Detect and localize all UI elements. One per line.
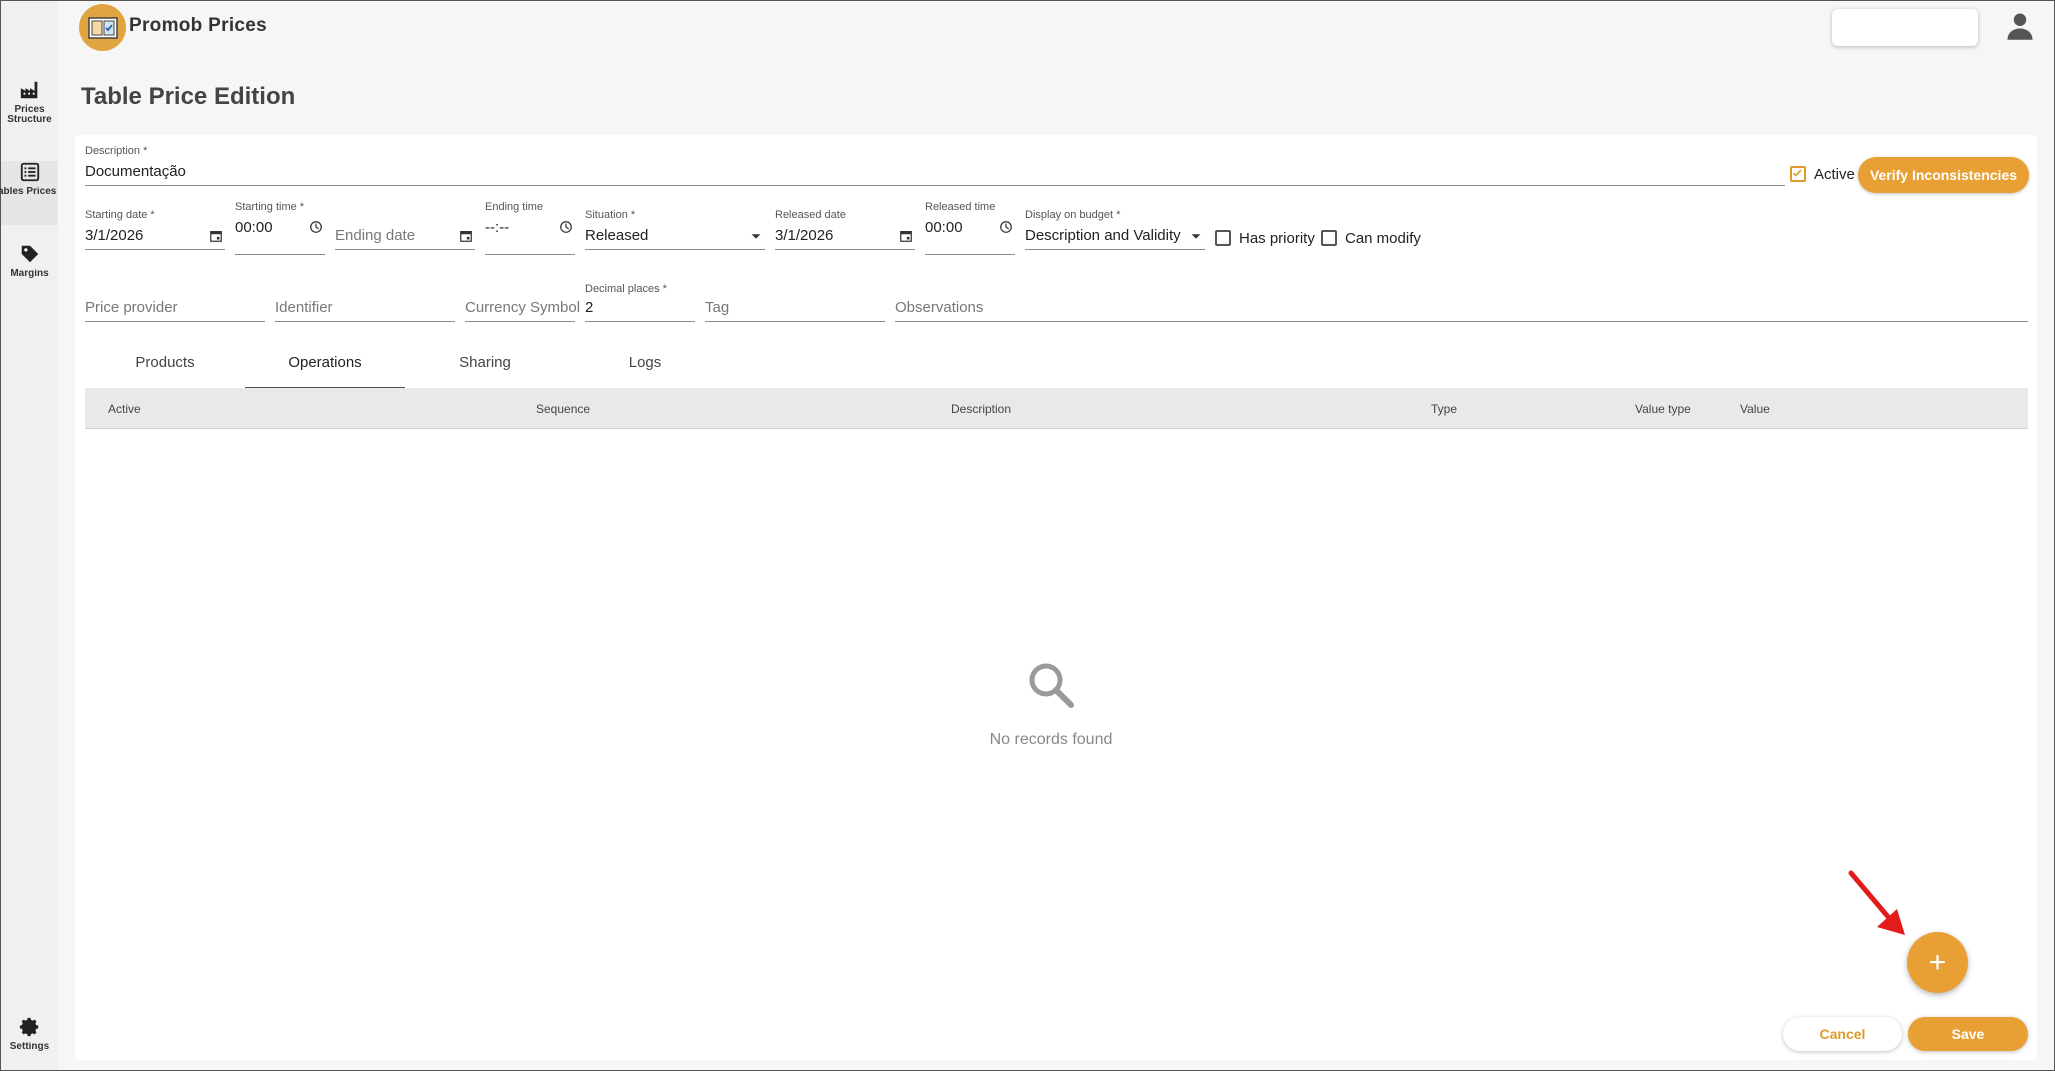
released-time-label: Released time — [925, 201, 996, 213]
situation-select[interactable]: Situation * Released — [585, 209, 765, 251]
sidebar-item-label: Tables Prices — [0, 187, 57, 197]
column-header-description[interactable]: Description — [951, 402, 1011, 416]
column-header-active[interactable]: Active — [108, 402, 141, 416]
caret-down-icon[interactable] — [1189, 229, 1203, 243]
ending-time-label: Ending time — [485, 201, 544, 213]
decimal-places-label: Decimal places * — [585, 283, 667, 295]
ending-time-value: --:-- — [485, 219, 510, 236]
sidebar-item-prices-structure[interactable]: Prices Structure — [1, 79, 58, 143]
table-header: Active Sequence Description Type Value t… — [85, 388, 2028, 429]
tag-field[interactable]: Tag — [705, 283, 885, 323]
identifier-field[interactable]: Identifier — [275, 283, 455, 323]
display-on-budget-value: Description and Validity — [1025, 227, 1181, 244]
starting-date-label: Starting date * — [85, 209, 155, 221]
empty-state-text: No records found — [989, 731, 1113, 748]
observations-placeholder: Observations — [895, 299, 984, 316]
tab-logs[interactable]: Logs — [565, 353, 725, 389]
caret-down-icon[interactable] — [749, 229, 763, 243]
verify-inconsistencies-button[interactable]: Verify Inconsistencies — [1858, 157, 2029, 193]
app-logo — [79, 4, 126, 51]
released-time-field[interactable]: Released time 00:00 — [925, 201, 1015, 256]
column-header-value[interactable]: Value — [1740, 402, 1770, 416]
calendar-icon[interactable] — [899, 229, 913, 243]
starting-time-label: Starting time * — [235, 201, 305, 213]
top-search-box[interactable] — [1832, 9, 1978, 46]
description-label: Description * — [85, 145, 148, 157]
sidebar-item-tables-prices[interactable]: Tables Prices — [0, 161, 58, 225]
tab-operations[interactable]: Operations — [245, 353, 405, 389]
observations-field[interactable]: Observations — [895, 283, 2028, 323]
save-button[interactable]: Save — [1908, 1017, 2028, 1051]
price-provider-field[interactable]: Price provider — [85, 283, 265, 323]
add-operation-button[interactable]: + — [1907, 932, 1968, 993]
search-icon — [1029, 663, 1074, 708]
description-value: Documentação — [85, 163, 186, 180]
arrow-annotation-icon — [1848, 870, 1905, 935]
display-on-budget-label: Display on budget * — [1025, 209, 1121, 221]
starting-date-field[interactable]: Starting date * 3/1/2026 — [85, 209, 225, 251]
released-time-value: 00:00 — [925, 219, 963, 236]
column-header-sequence[interactable]: Sequence — [536, 402, 590, 416]
check-icon — [1792, 169, 1802, 177]
ending-date-placeholder: Ending date — [335, 227, 416, 244]
column-header-type[interactable]: Type — [1431, 402, 1457, 416]
decimal-places-value: 2 — [585, 299, 594, 316]
starting-date-value: 3/1/2026 — [85, 227, 144, 244]
tag-placeholder: Tag — [705, 299, 730, 316]
sidebar: Prices Structure Tables Prices Margins S… — [0, 1, 58, 1071]
situation-label: Situation * — [585, 209, 636, 221]
app-title: Promob Prices — [129, 15, 268, 36]
ending-time-field[interactable]: Ending time --:-- — [485, 201, 575, 256]
currency-symbol-field[interactable]: Currency Symbol — [465, 283, 580, 323]
user-icon[interactable] — [2005, 11, 2035, 41]
has-priority-checkbox[interactable] — [1215, 230, 1231, 246]
list-icon — [20, 162, 39, 182]
active-checkbox[interactable] — [1790, 166, 1806, 182]
sidebar-item-label: Prices Structure — [7, 104, 52, 125]
description-field[interactable]: Description * Documentação — [85, 145, 1785, 187]
gear-icon — [19, 1017, 38, 1037]
sidebar-item-margins[interactable]: Margins — [1, 243, 58, 307]
released-date-value: 3/1/2026 — [775, 227, 834, 244]
display-on-budget-select[interactable]: Display on budget * Description and Vali… — [1025, 209, 1205, 251]
calendar-icon[interactable] — [459, 229, 473, 243]
starting-time-value: 00:00 — [235, 219, 273, 236]
decimal-places-field[interactable]: Decimal places * 2 — [585, 283, 695, 323]
app-logo-icon — [87, 16, 118, 39]
identifier-placeholder: Identifier — [275, 299, 333, 316]
price-provider-placeholder: Price provider — [85, 299, 178, 316]
can-modify-label: Can modify — [1345, 230, 1421, 247]
can-modify-checkbox[interactable] — [1321, 230, 1337, 246]
tag-icon — [21, 245, 38, 263]
active-label: Active — [1814, 166, 1855, 183]
ending-date-field[interactable]: Ending date — [335, 209, 475, 251]
form-card — [75, 135, 2037, 1060]
column-header-value-type[interactable]: Value type — [1635, 402, 1691, 416]
factory-icon — [20, 81, 37, 99]
tab-products[interactable]: Products — [85, 353, 245, 389]
page-title: Table Price Edition — [81, 83, 296, 110]
released-date-label: Released date — [775, 209, 846, 221]
situation-value: Released — [585, 227, 649, 244]
clock-icon[interactable] — [999, 220, 1013, 234]
released-date-field[interactable]: Released date 3/1/2026 — [775, 209, 915, 251]
currency-symbol-placeholder: Currency Symbol — [465, 299, 581, 316]
clock-icon[interactable] — [309, 220, 323, 234]
calendar-icon[interactable] — [209, 229, 223, 243]
starting-time-field[interactable]: Starting time * 00:00 — [235, 201, 325, 256]
sidebar-item-label: Settings — [9, 1042, 50, 1052]
tab-sharing[interactable]: Sharing — [405, 353, 565, 389]
cancel-button[interactable]: Cancel — [1783, 1017, 1902, 1051]
has-priority-label: Has priority — [1239, 230, 1315, 247]
sidebar-item-settings[interactable]: Settings — [1, 1016, 58, 1071]
clock-icon[interactable] — [559, 220, 573, 234]
sidebar-item-label: Margins — [10, 269, 49, 279]
